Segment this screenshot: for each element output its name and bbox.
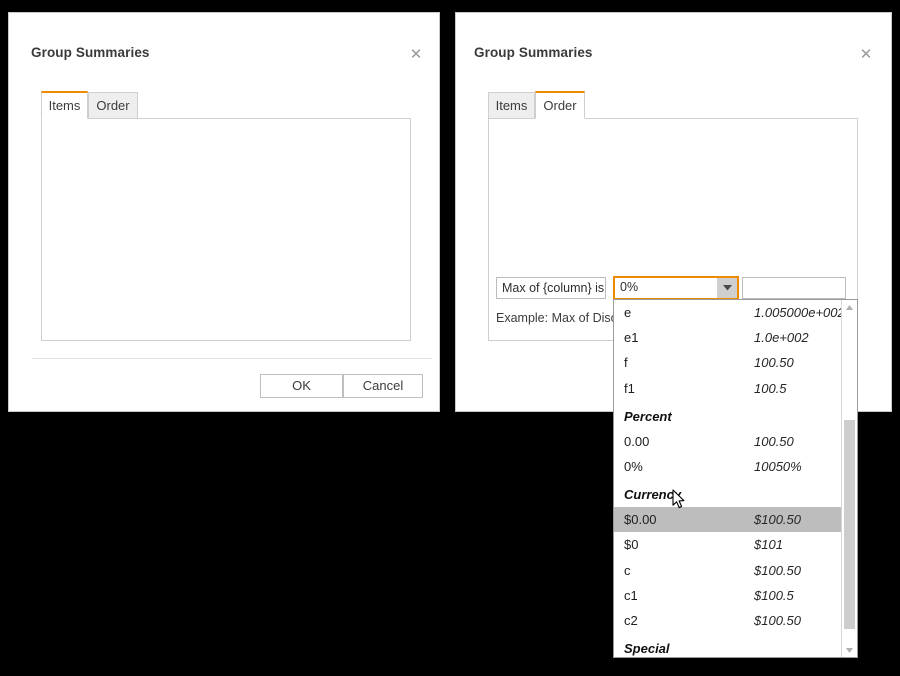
dropdown-item-format: 0%: [624, 458, 643, 474]
dropdown-scrollbar[interactable]: [841, 300, 857, 657]
dropdown-item[interactable]: f 100.50: [614, 350, 841, 375]
dropdown-group-header: Percent: [614, 401, 841, 429]
tab-order[interactable]: Order: [535, 91, 585, 119]
tab-items[interactable]: Items: [488, 92, 535, 119]
chevron-down-icon[interactable]: [717, 278, 737, 298]
dropdown-item[interactable]: c2 $100.50: [614, 608, 841, 633]
dropdown-item-format: c2: [624, 612, 638, 628]
page-title-right: Group Summaries: [474, 45, 593, 60]
close-icon[interactable]: ✕: [405, 43, 427, 65]
ok-button[interactable]: OK: [260, 374, 343, 398]
dropdown-item[interactable]: c1 $100.5: [614, 583, 841, 608]
dropdown-item[interactable]: e1 1.0e+002: [614, 325, 841, 350]
dropdown-item-format: $0.00: [624, 512, 657, 528]
group-summaries-dialog-left: Group Summaries ✕ Items Order City Disco…: [8, 12, 440, 412]
dropdown-item-example: $100.50: [754, 562, 801, 578]
scroll-down-arrow-icon[interactable]: [842, 643, 857, 657]
page-title-left: Group Summaries: [31, 45, 150, 60]
dropdown-item-example: 1.005000e+002: [754, 305, 841, 320]
dropdown-item[interactable]: c $100.50: [614, 558, 841, 583]
example-text: Example: Max of Disco: [496, 311, 624, 325]
dropdown-group-header: Currency: [614, 479, 841, 507]
suffix-input[interactable]: [742, 277, 846, 299]
dropdown-item-example: 100.5: [754, 380, 787, 396]
dropdown-group-label: Special: [624, 641, 670, 657]
dropdown-item-format: f1: [624, 380, 635, 396]
dropdown-item-format: f: [624, 355, 628, 371]
tab-items-label: Items: [495, 98, 528, 113]
tab-order[interactable]: Order: [88, 92, 138, 119]
dropdown-item[interactable]: e 1.005000e+002: [614, 300, 841, 325]
dropdown-item-example: 100.50: [754, 433, 794, 449]
dropdown-item-format: e1: [624, 330, 639, 346]
footer-divider: [32, 358, 432, 359]
dropdown-item-example: $100.50: [754, 512, 801, 528]
dropdown-item-example: 10050%: [754, 458, 802, 474]
close-icon[interactable]: ✕: [855, 43, 877, 65]
dropdown-item-format: c1: [624, 587, 638, 603]
scrollbar-thumb[interactable]: [844, 420, 855, 629]
display-format-combobox[interactable]: 0%: [613, 276, 739, 300]
cancel-button-label: Cancel: [362, 378, 404, 393]
dropdown-item-format: e: [624, 305, 632, 320]
dropdown-item-example: $100.5: [754, 587, 794, 603]
dropdown-item-example: 100.50: [754, 355, 794, 371]
screen: Group Summaries ✕ Items Order City Disco…: [0, 0, 900, 676]
display-format-value: 0%: [620, 280, 639, 294]
dropdown-item-format: 0.00: [624, 433, 650, 449]
ok-button-label: OK: [292, 378, 311, 393]
dropdown-rows: e 1.005000e+002 e1 1.0e+002 f 100.50 f1 …: [614, 300, 841, 657]
dropdown-item-format: c: [624, 562, 631, 578]
dropdown-group-header: Special: [614, 633, 841, 657]
prefix-input[interactable]: Max of {column} is: [496, 277, 606, 299]
cancel-button[interactable]: Cancel: [343, 374, 423, 398]
dropdown-item[interactable]: $0 $101: [614, 532, 841, 557]
dropdown-item[interactable]: f1 100.5: [614, 376, 841, 401]
dropdown-item[interactable]: 0.00 100.50: [614, 429, 841, 454]
dropdown-item[interactable]: 0% 10050%: [614, 454, 841, 479]
dropdown-item-example: $100.50: [754, 612, 801, 628]
tab-items[interactable]: Items: [41, 91, 88, 119]
dropdown-item-format: $0: [624, 537, 639, 553]
tabstrip-left: Items Order: [41, 91, 411, 341]
dropdown-item-example: $101: [754, 537, 783, 553]
tab-order-label: Order: [96, 98, 130, 113]
dropdown-item[interactable]: $0.00 $100.50: [614, 507, 841, 533]
dropdown-item-example: 1.0e+002: [754, 330, 809, 346]
display-format-dropdown[interactable]: e 1.005000e+002 e1 1.0e+002 f 100.50 f1 …: [613, 299, 858, 658]
tab-panel-items: [41, 118, 411, 341]
tab-order-label: Order: [543, 98, 577, 113]
tab-items-label: Items: [48, 98, 81, 113]
scroll-up-arrow-icon[interactable]: [842, 300, 857, 314]
